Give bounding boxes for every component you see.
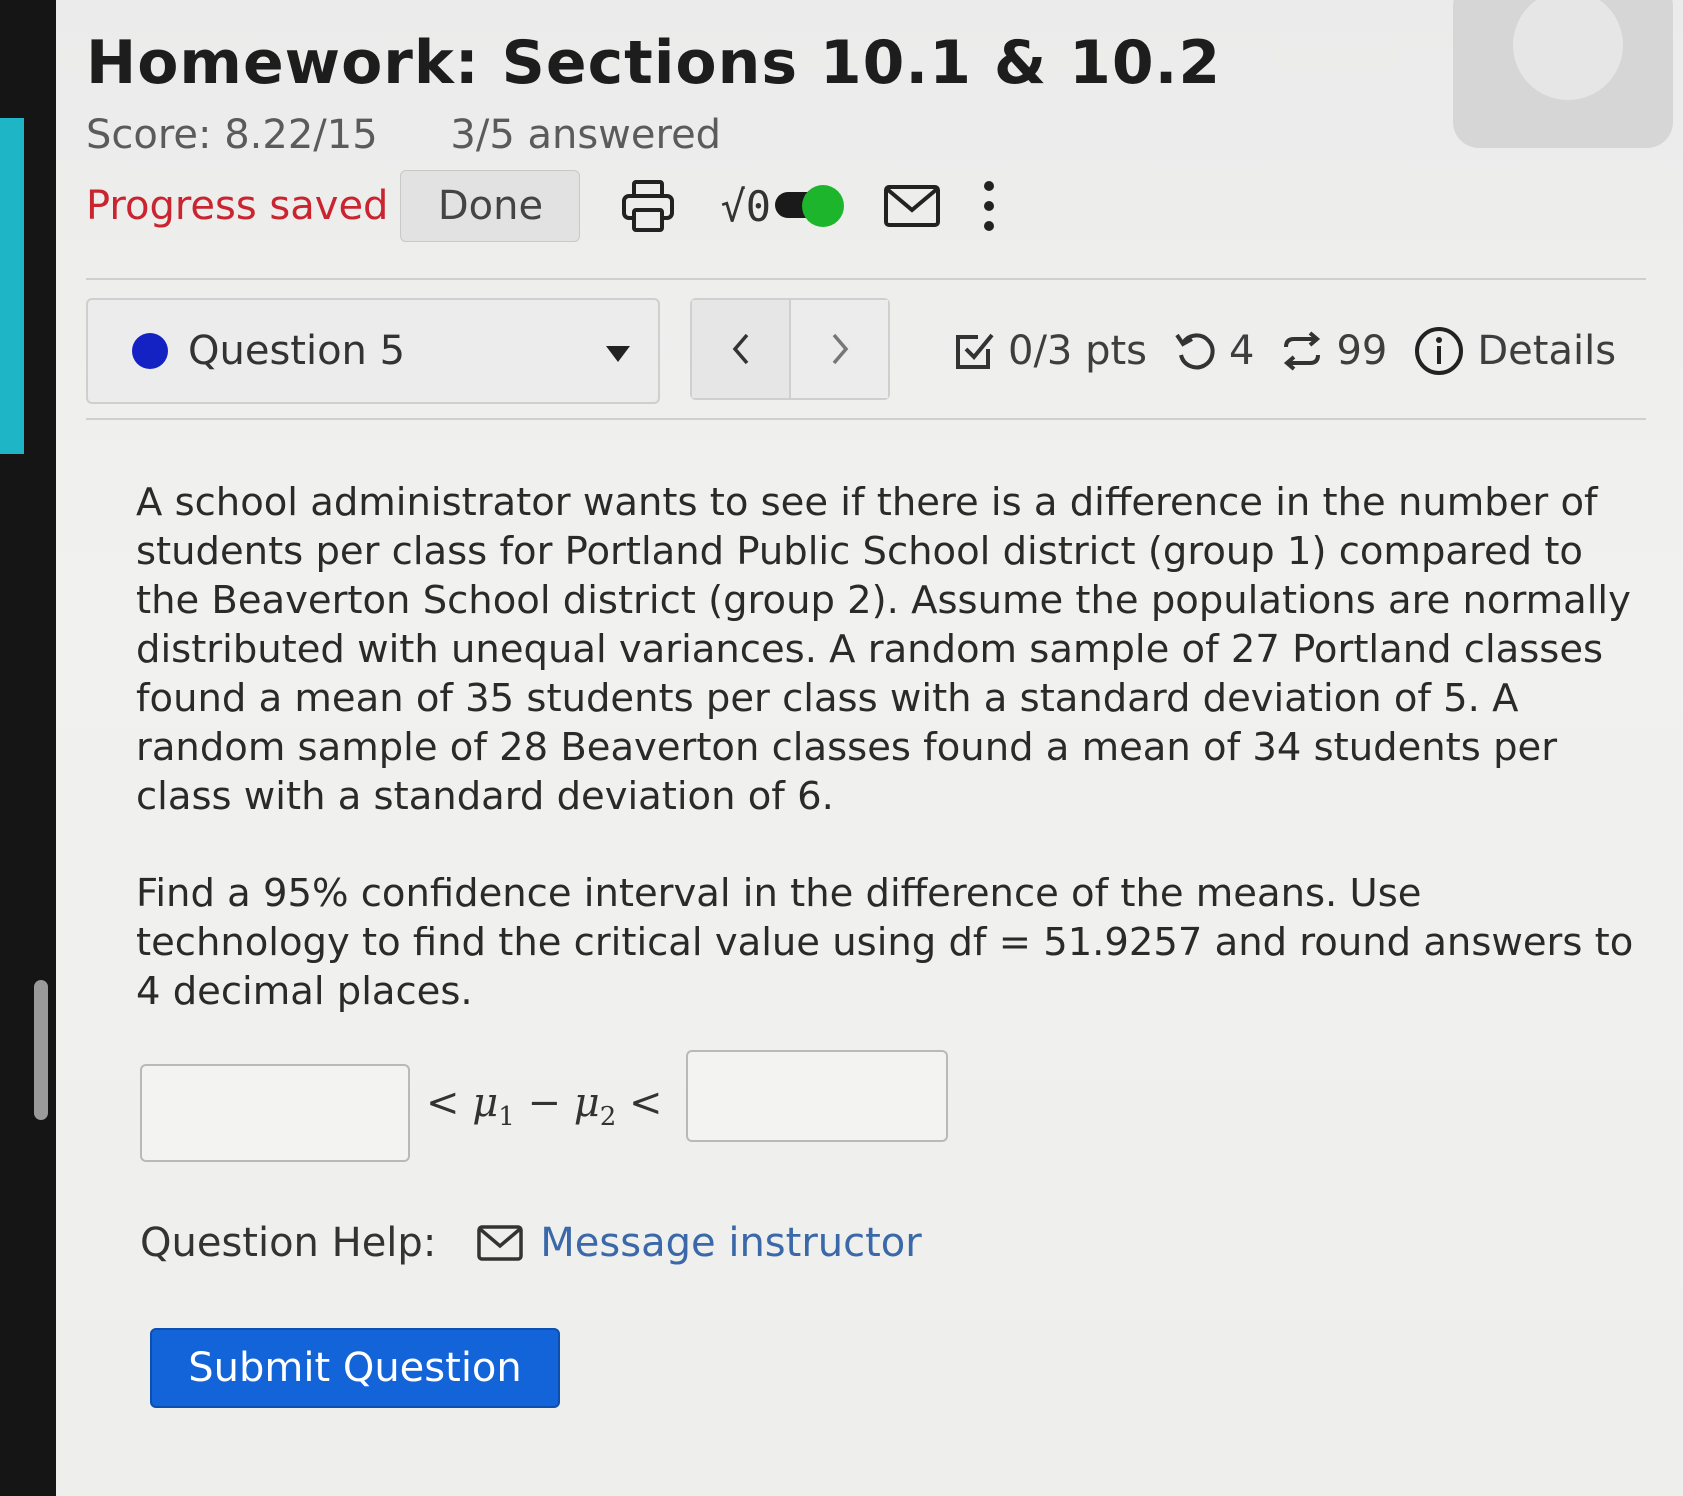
prev-question-button[interactable] [692,300,789,398]
sqrt-icon: √0 [720,181,772,231]
score-text: Score: 8.22/15 [86,112,378,158]
done-button[interactable]: Done [400,170,581,242]
question-help-label: Question Help: [140,1220,437,1266]
message-instructor-label: Message instructor [540,1220,922,1266]
corner-widget-ring [1513,0,1623,100]
retry-icon [1175,333,1215,370]
points-indicator: 0/3 pts [952,328,1147,374]
points-text: 0/3 pts [1008,328,1148,374]
question-pager [690,298,890,400]
question-status-dot [132,333,168,369]
scrollbar-handle[interactable] [34,980,48,1120]
homework-page: Homework: Sections 10.1 & 10.2 Score: 8.… [56,0,1683,1496]
lower-bound-input[interactable] [140,1064,410,1162]
score-row: Score: 8.22/15 3/5 answered [86,112,781,158]
toggle-switch[interactable] [773,182,847,230]
header-divider [86,278,1646,280]
more-vert-icon[interactable] [981,178,997,234]
page-title: Homework: Sections 10.1 & 10.2 [86,28,1222,98]
checkbox-icon [956,333,994,369]
question-divider [86,418,1646,420]
chevron-left-icon [732,333,748,365]
attempts-count: 99 [1336,328,1388,374]
assignment-toolbar: Progress saved Done √0 [86,170,1086,242]
corner-widget[interactable] [1453,0,1673,148]
message-instructor-link[interactable]: Message instructor [476,1220,922,1266]
retries-count: 4 [1229,328,1255,374]
details-link[interactable]: Details [1413,325,1616,377]
question-help: Question Help: Message instructor [140,1220,922,1266]
printer-icon[interactable] [620,178,676,234]
progress-status: Progress saved [86,183,389,229]
inequality-expression: < μ1 − μ2 < [426,1080,663,1132]
background-app-strip [0,118,24,454]
retries-indicator: 4 [1173,328,1254,374]
math-toggle[interactable]: √0 [720,182,847,231]
info-icon [1415,327,1464,375]
upper-bound-input[interactable] [686,1050,948,1142]
chevron-down-icon [606,346,630,362]
question-stats: 0/3 pts 4 99 Details [952,316,1616,386]
submit-question-button[interactable]: Submit Question [150,1328,560,1408]
chevron-right-icon [832,333,848,365]
question-nav-bar: Question 5 0/3 pts 4 99 Details [86,298,1646,404]
question-instructions: Find a 95% confidence interval in the di… [136,871,1634,1014]
confidence-interval-answer: < μ1 − μ2 < [140,1050,1040,1162]
mail-icon [477,1225,524,1261]
answered-count: 3/5 answered [450,112,722,158]
question-text: A school administrator wants to see if t… [136,480,1631,819]
next-question-button[interactable] [789,300,888,398]
question-body: A school administrator wants to see if t… [136,478,1636,1064]
repeat-icon [1284,331,1321,371]
question-select[interactable]: Question 5 [86,298,660,404]
question-select-label: Question 5 [188,328,406,374]
mail-icon[interactable] [883,184,941,228]
attempts-indicator: 99 [1280,328,1387,374]
details-label: Details [1477,328,1617,374]
